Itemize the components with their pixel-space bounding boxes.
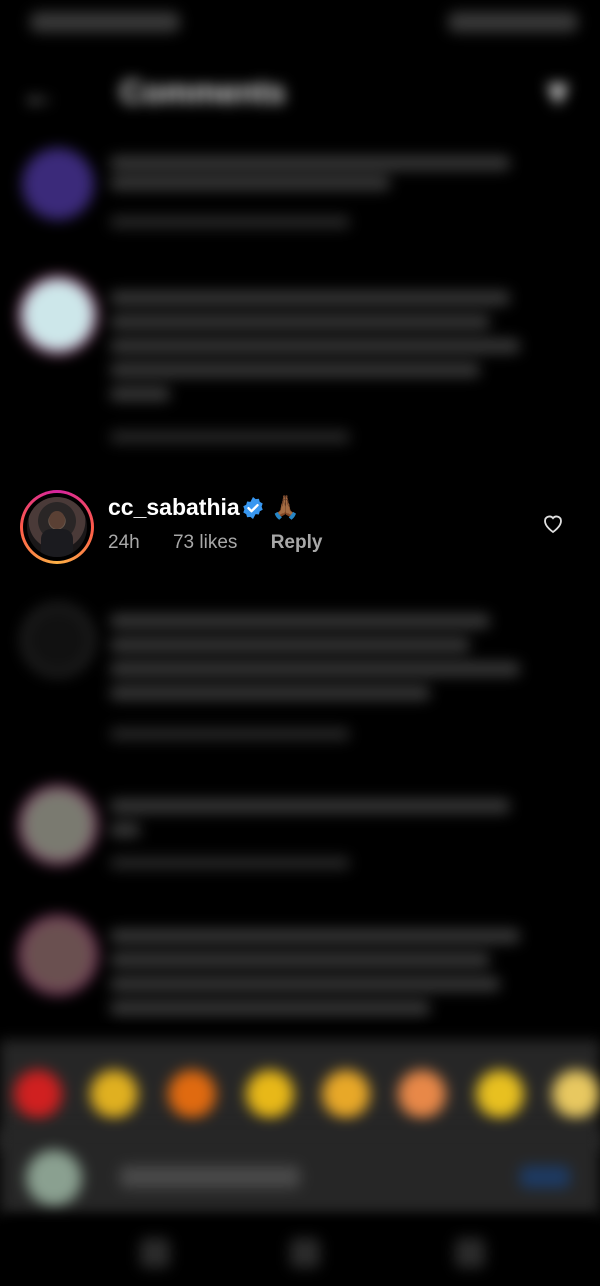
avatar <box>22 604 94 676</box>
comment-input-bar <box>0 1130 600 1216</box>
comment-meta <box>110 431 350 443</box>
reaction-emoji[interactable] <box>246 1070 294 1118</box>
reaction-emoji[interactable] <box>476 1070 524 1118</box>
filter-icon[interactable]: ▼ <box>540 72 580 113</box>
comment-text <box>110 606 530 710</box>
reaction-emoji[interactable] <box>552 1070 600 1118</box>
comment-text <box>110 150 530 196</box>
avatar <box>22 148 94 220</box>
status-bar <box>0 0 600 50</box>
avatar-photo <box>27 497 87 557</box>
reaction-emoji[interactable] <box>90 1070 138 1118</box>
comment-meta <box>110 216 350 228</box>
comment-time: 24h <box>108 532 140 553</box>
back-icon[interactable] <box>455 1238 485 1268</box>
comment-username[interactable]: cc_sabathia <box>108 494 240 521</box>
reply-button[interactable]: Reply <box>271 532 323 553</box>
avatar <box>22 279 94 351</box>
page-title: Comments <box>120 74 286 110</box>
post-button[interactable] <box>520 1166 570 1188</box>
comment-likes[interactable]: 73 likes <box>173 532 237 553</box>
heart-outline-icon[interactable] <box>541 512 565 534</box>
avatar <box>22 919 94 991</box>
reaction-emoji[interactable] <box>168 1070 216 1118</box>
reaction-emoji[interactable] <box>322 1070 370 1118</box>
top-bar: ← Comments ▼ <box>0 60 600 130</box>
comment-text <box>110 921 530 1025</box>
focused-comment: cc_sabathia 🙏🏾 24h 73 likes Reply <box>0 486 600 576</box>
comment-emoji: 🙏🏾 <box>271 494 300 520</box>
comment-text <box>110 791 530 847</box>
comment-meta: 24h 73 likes Reply <box>108 532 350 554</box>
system-nav-bar <box>0 1216 600 1286</box>
status-left <box>30 12 180 32</box>
home-icon[interactable] <box>290 1238 320 1268</box>
comment-input[interactable] <box>120 1166 300 1188</box>
recents-icon[interactable] <box>140 1238 170 1268</box>
status-right <box>448 12 578 32</box>
avatar <box>26 1150 82 1206</box>
reaction-emoji[interactable] <box>398 1070 446 1118</box>
avatar <box>22 789 94 861</box>
comment-meta <box>110 728 350 740</box>
verified-badge-icon <box>243 497 263 519</box>
back-arrow-icon[interactable]: ← <box>22 78 62 112</box>
reaction-emoji[interactable] <box>14 1070 62 1118</box>
avatar[interactable] <box>20 490 94 564</box>
comment-text <box>110 283 530 411</box>
comment-meta <box>110 857 350 869</box>
